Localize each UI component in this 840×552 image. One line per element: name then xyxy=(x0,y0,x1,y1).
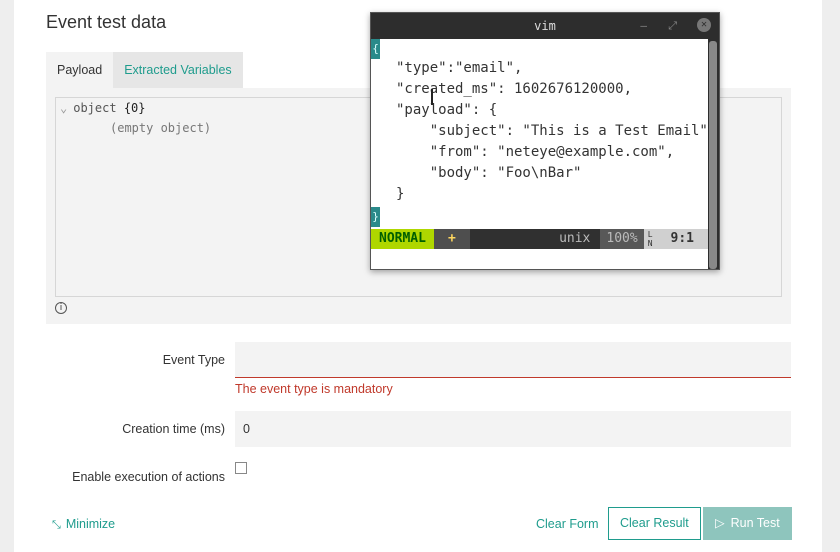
vim-close-brace: } xyxy=(371,207,380,227)
vim-scrollbar[interactable] xyxy=(709,41,717,269)
vim-line-3: "payload": { xyxy=(396,102,498,118)
event-type-error: The event type is mandatory xyxy=(235,382,393,396)
enable-actions-label: Enable execution of actions xyxy=(72,470,225,484)
vim-window[interactable]: vim — ⤢ ✕ { "type":"email", "created_ms"… xyxy=(370,12,720,270)
minimize-icon: ⤡ xyxy=(52,519,61,531)
clear-form-button[interactable]: Clear Form xyxy=(536,517,599,531)
vim-fileformat: unix xyxy=(549,229,601,249)
vim-titlebar[interactable]: vim — ⤢ ✕ xyxy=(371,13,719,39)
run-test-button[interactable]: ▷ Run Test xyxy=(703,507,792,540)
vim-line-4: "subject": "This is a Test Email", xyxy=(396,123,717,139)
vim-line-1: "type":"email", xyxy=(396,60,523,76)
vim-line-6: "body": "Foo\nBar" xyxy=(396,165,582,181)
tab-payload[interactable]: Payload xyxy=(46,52,114,88)
vim-mode: NORMAL xyxy=(371,229,434,249)
maximize-window-icon[interactable]: ⤢ xyxy=(668,13,677,39)
close-icon[interactable]: ✕ xyxy=(697,18,711,32)
mouse-cursor-icon xyxy=(431,89,433,105)
json-root-kind: object xyxy=(73,101,117,115)
vim-title: vim xyxy=(534,19,556,33)
minimize-window-icon[interactable]: — xyxy=(640,13,647,39)
json-empty-text: (empty object) xyxy=(110,121,212,135)
vim-line-5: "from": "neteye@example.com", xyxy=(396,144,675,160)
tab-extracted-variables[interactable]: Extracted Variables xyxy=(113,52,243,88)
run-test-label: Run Test xyxy=(730,516,780,530)
play-icon: ▷ xyxy=(715,516,725,530)
vim-editor[interactable]: { "type":"email", "created_ms": 16026761… xyxy=(371,39,716,269)
enable-actions-checkbox[interactable] xyxy=(235,462,247,474)
json-root-row[interactable]: ⌄ object {0} xyxy=(60,101,146,115)
creation-time-input[interactable] xyxy=(235,411,791,447)
vim-percent: 100% xyxy=(600,229,644,249)
vim-modified-flag: + xyxy=(433,229,470,249)
vim-statusline: NORMAL + unix 100% LN 9:1 xyxy=(371,229,708,249)
event-type-input[interactable] xyxy=(235,342,791,378)
chevron-down-icon[interactable]: ⌄ xyxy=(60,101,67,115)
vim-open-brace: { xyxy=(371,39,380,59)
page-title: Event test data xyxy=(46,12,167,32)
minimize-button[interactable]: ⤡ Minimize xyxy=(52,517,115,532)
creation-time-label: Creation time (ms) xyxy=(122,422,225,436)
line-number-icon: LN xyxy=(643,229,657,249)
json-root-count: {0} xyxy=(123,101,146,115)
vim-line-7: } xyxy=(396,186,405,202)
info-icon[interactable]: i xyxy=(55,302,67,314)
tab-bar: Payload Extracted Variables xyxy=(46,52,243,88)
ln-icon-bottom: N xyxy=(647,239,653,248)
event-type-label: Event Type xyxy=(162,353,225,367)
ln-icon-top: L xyxy=(647,230,653,239)
minimize-label: Minimize xyxy=(65,517,116,531)
vim-statusline-fill xyxy=(469,229,550,249)
vim-cursor-position: 9:1 xyxy=(656,229,708,249)
clear-result-button[interactable]: Clear Result xyxy=(608,507,701,540)
